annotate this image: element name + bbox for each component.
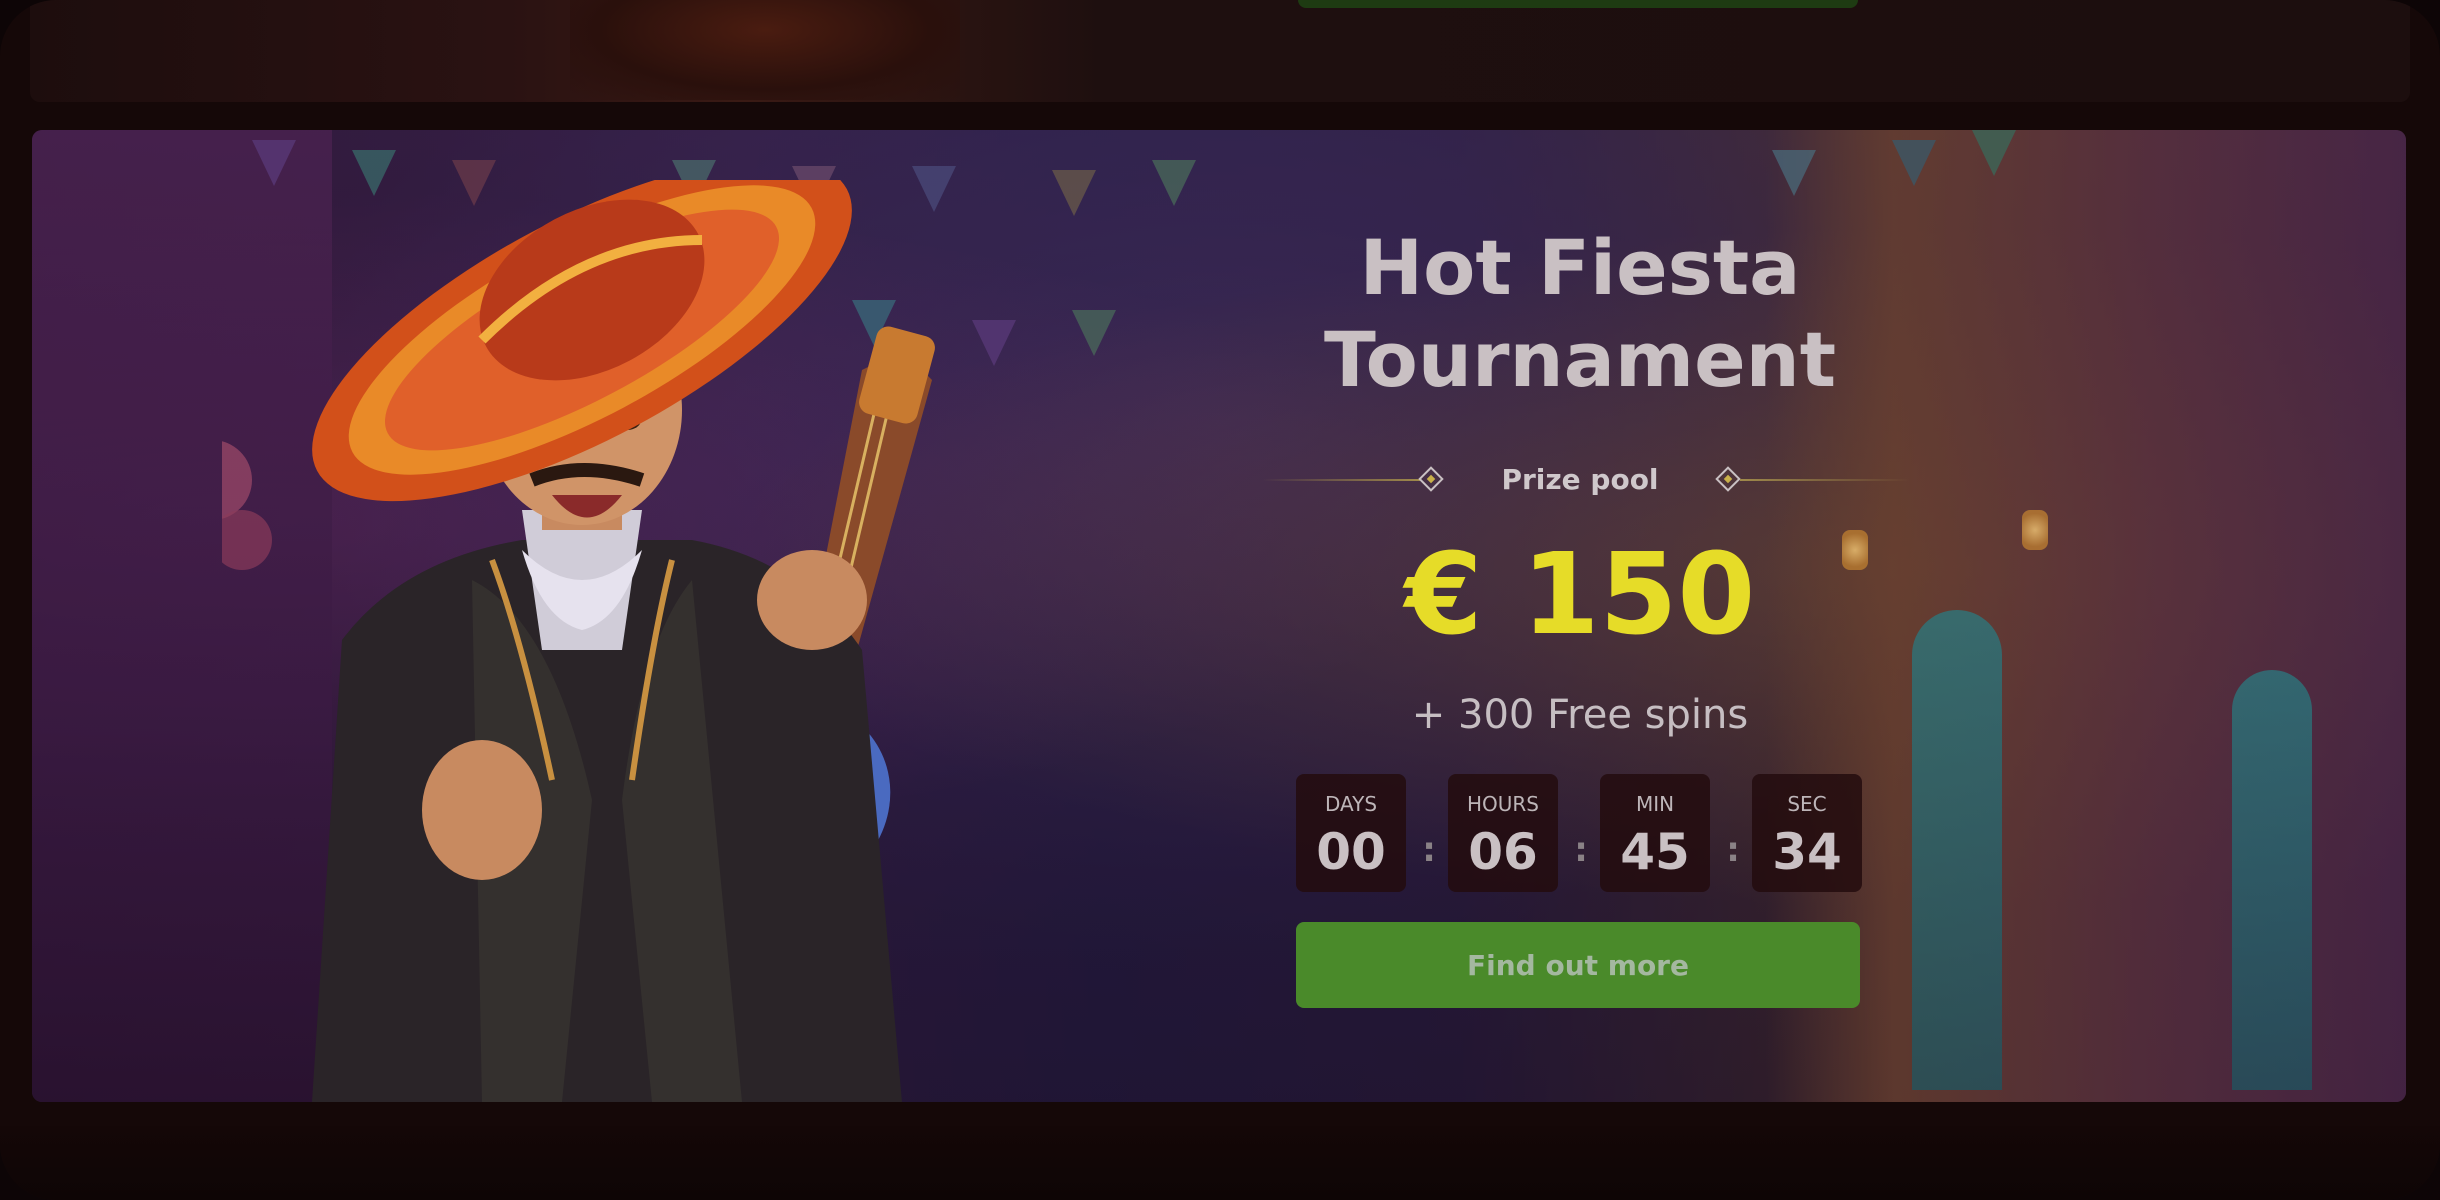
prize-pool-divider: Prize pool [1252,460,1910,500]
previous-banner-image [570,0,960,100]
countdown-label: MIN [1635,792,1675,816]
countdown-separator: : [1726,830,1740,870]
countdown-value: 34 [1772,823,1842,881]
background-door [1912,610,2002,1090]
divider-line-right [1740,479,1910,481]
free-spins-text: + 300 Free spins [1411,692,1749,738]
countdown-value: 45 [1620,823,1690,881]
bunting-flag [1972,130,2016,176]
find-out-more-button[interactable]: Find out more [1296,922,1860,1008]
tournament-banner: Hot Fiesta Tournament Prize pool € 150 +… [32,130,2406,1102]
countdown-separator: : [1574,830,1588,870]
tournament-title: Hot Fiesta Tournament [1252,222,1908,406]
previous-banner-button-edge [1298,0,1858,8]
tournament-title-line2: Tournament [1323,315,1837,404]
tournament-title-line1: Hot Fiesta [1359,223,1801,312]
countdown-value: 00 [1316,823,1386,881]
mariachi-character-illustration [222,180,935,1102]
wall-lamp [2022,510,2048,550]
countdown-seconds: SEC 34 [1752,774,1862,892]
countdown-minutes: MIN 45 [1600,774,1710,892]
countdown-value: 06 [1468,823,1538,881]
countdown-days: DAYS 00 [1296,774,1406,892]
countdown-label: SEC [1787,792,1827,816]
modal-overlay: Hot Fiesta Tournament Prize pool € 150 +… [0,0,2440,1200]
countdown-timer: DAYS 00 : HOURS 06 : MIN 45 : SEC 34 [1296,774,1862,892]
tournament-info: Hot Fiesta Tournament Prize pool € 150 +… [1252,130,1910,1102]
bottom-strip [0,1126,2440,1200]
bunting-flag [1152,160,1196,206]
countdown-label: HOURS [1466,792,1539,816]
countdown-hours: HOURS 06 [1448,774,1558,892]
previous-banner-strip [30,0,2410,102]
countdown-label: DAYS [1324,792,1378,816]
prize-amount: € 150 [1404,530,1756,660]
countdown-separator: : [1422,830,1436,870]
background-door [2232,670,2312,1090]
